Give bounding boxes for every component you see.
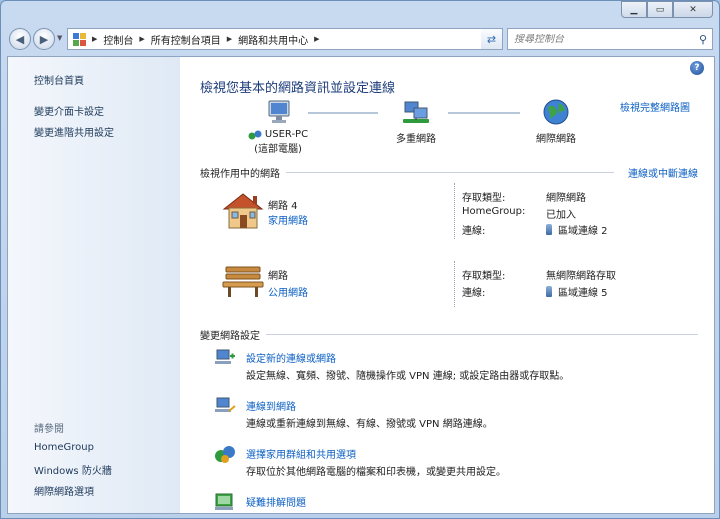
search-box[interactable]: ⚲ xyxy=(507,28,713,50)
window-frame: ▁ ▭ ✕ ◀ ▶ ▼ ▶ 控制台▶ 所有控制台項目▶ 網路和共用中心▶ ▼ ⇄… xyxy=(0,0,720,519)
minimize-button[interactable]: ▁ xyxy=(621,1,647,18)
homegroup-sharing-link[interactable]: 選擇家用群組和共用選項 xyxy=(246,446,356,461)
breadcrumb-label: 網路和共用中心 xyxy=(238,35,309,47)
connection-link[interactable]: 區域連線 5 xyxy=(546,284,608,299)
computer-icon xyxy=(268,100,290,123)
see-also-heading: 請參閱 xyxy=(34,424,64,435)
home-network-icon xyxy=(222,193,264,229)
computer-sub: (這部電腦) xyxy=(254,144,302,155)
active-networks-heading: 檢視作用中的網路 xyxy=(200,165,614,180)
chevron-right-icon: ▶ xyxy=(314,35,320,43)
network-name: 網路 xyxy=(268,271,288,282)
network-type-link[interactable]: 家用網路 xyxy=(268,212,308,227)
search-icon[interactable]: ⚲ xyxy=(699,33,707,46)
maximize-button[interactable]: ▭ xyxy=(647,1,673,18)
prop-label: 連線: xyxy=(462,226,486,237)
recent-pages-dropdown[interactable]: ▼ xyxy=(57,34,62,42)
network-name: 網路 4 xyxy=(268,201,298,212)
prop-label: 存取類型: xyxy=(462,193,506,204)
map-node-computer: USER-PC (這部電腦) xyxy=(228,99,328,155)
breadcrumb-item[interactable]: 網路和共用中心 ▶ xyxy=(238,32,325,47)
forward-arrow-icon: ▶ xyxy=(39,32,49,46)
close-button[interactable]: ✕ xyxy=(673,1,713,18)
new-connection-icon xyxy=(215,349,235,364)
task-description: 設定無線、寬頻、撥號、隨機操作或 VPN 連線; 或設定路由器或存取點。 xyxy=(246,371,570,382)
section-title: 變更網路設定 xyxy=(200,331,260,342)
address-row: ◀ ▶ ▼ ▶ 控制台▶ 所有控制台項目▶ 網路和共用中心▶ ▼ ⇄ ⚲ xyxy=(7,25,715,53)
map-connector xyxy=(448,112,520,114)
chevron-right-icon: ▶ xyxy=(139,35,145,43)
refresh-icon: ⇄ xyxy=(486,32,497,46)
page-title: 檢視您基本的網路資訊並設定連線 xyxy=(200,81,396,96)
connection-label: 區域連線 2 xyxy=(558,226,608,237)
access-type-value: 網際網路 xyxy=(546,193,586,204)
caption-buttons: ▁ ▭ ✕ xyxy=(621,1,713,18)
sidebar: 控制台首頁 變更介面卡設定 變更進階共用設定 請參閱 HomeGroup Win… xyxy=(8,57,180,513)
globe-icon xyxy=(543,99,569,125)
content-area: 控制台首頁 變更介面卡設定 變更進階共用設定 請參閱 HomeGroup Win… xyxy=(7,56,715,514)
divider xyxy=(454,183,455,239)
see-also-firewall[interactable]: Windows 防火牆 xyxy=(34,462,112,477)
connect-to-network-link[interactable]: 連線到網路 xyxy=(246,398,296,413)
see-also-homegroup[interactable]: HomeGroup xyxy=(34,442,94,453)
connect-disconnect-link[interactable]: 連線或中斷連線 xyxy=(628,165,698,180)
sidebar-link-adapter-settings[interactable]: 變更介面卡設定 xyxy=(34,103,104,118)
sidebar-link-advanced-sharing[interactable]: 變更進階共用設定 xyxy=(34,124,114,139)
minimize-icon: ▁ xyxy=(630,4,638,15)
sidebar-link-control-panel-home[interactable]: 控制台首頁 xyxy=(34,72,84,87)
connection-label: 區域連線 5 xyxy=(558,288,608,299)
troubleshoot-link[interactable]: 疑難排解問題 xyxy=(246,494,306,509)
public-network-bench-icon xyxy=(222,266,264,297)
change-settings-heading: 變更網路設定 xyxy=(200,327,698,342)
see-also-internet-options[interactable]: 網際網路選項 xyxy=(34,483,94,498)
map-connector xyxy=(308,112,378,114)
multiple-networks-icon xyxy=(403,101,429,123)
breadcrumb-item[interactable]: 所有控制台項目 ▶ xyxy=(151,32,238,47)
chevron-right-icon: ▶ xyxy=(92,35,98,43)
main-panel: ? 檢視您基本的網路資訊並設定連線 檢視完整網路圖 USER-PC (這部電腦) xyxy=(180,57,714,513)
maximize-icon: ▭ xyxy=(655,4,665,15)
map-node-internet[interactable]: 網際網路 xyxy=(518,97,594,145)
chevron-right-icon: ▶ xyxy=(226,35,233,43)
refresh-button[interactable]: ⇄ xyxy=(481,28,503,50)
troubleshoot-icon xyxy=(215,493,233,510)
prop-label: 存取類型: xyxy=(462,271,506,282)
plug-icon xyxy=(546,286,552,297)
task-description: 連線或重新連線到無線、有線、撥號或 VPN 網路連線。 xyxy=(246,419,493,430)
breadcrumb-label: 控制台 xyxy=(103,35,134,47)
connect-to-network-icon xyxy=(215,397,236,412)
section-title: 檢視作用中的網路 xyxy=(200,169,280,180)
internet-label: 網際網路 xyxy=(536,134,576,145)
network-type-link[interactable]: 公用網路 xyxy=(268,284,308,299)
back-arrow-icon: ◀ xyxy=(15,32,25,46)
network-label: 多重網路 xyxy=(396,134,436,145)
prop-label: 連線: xyxy=(462,288,486,299)
access-type-value: 無網際網路存取 xyxy=(546,271,616,282)
view-full-map-link[interactable]: 檢視完整網路圖 xyxy=(620,99,690,114)
back-button[interactable]: ◀ xyxy=(9,28,31,50)
network-badge-icon xyxy=(248,130,262,140)
forward-button[interactable]: ▶ xyxy=(33,28,55,50)
address-bar[interactable]: ▶ 控制台▶ 所有控制台項目▶ 網路和共用中心▶ ▼ xyxy=(67,28,503,50)
control-panel-icon xyxy=(72,32,86,46)
divider xyxy=(454,261,455,307)
map-node-network[interactable]: 多重網路 xyxy=(378,99,454,145)
plug-icon xyxy=(546,224,552,235)
breadcrumb-label: 所有控制台項目 xyxy=(150,35,221,47)
breadcrumb-root-arrow[interactable]: ▶ xyxy=(92,35,103,43)
homegroup-link[interactable]: 已加入 xyxy=(546,206,576,221)
homegroup-icon xyxy=(215,446,235,463)
computer-name: USER-PC xyxy=(264,128,309,140)
task-description: 存取位於其他網路電腦的檔案和印表機，或變更共用設定。 xyxy=(246,467,506,478)
breadcrumb-item[interactable]: 控制台 ▶ xyxy=(103,32,150,47)
setup-connection-link[interactable]: 設定新的連線或網路 xyxy=(246,350,336,365)
prop-label: HomeGroup: xyxy=(462,206,526,217)
connection-link[interactable]: 區域連線 2 xyxy=(546,222,608,237)
search-input[interactable] xyxy=(514,33,684,45)
help-icon[interactable]: ? xyxy=(690,61,704,75)
close-icon: ✕ xyxy=(689,4,697,15)
